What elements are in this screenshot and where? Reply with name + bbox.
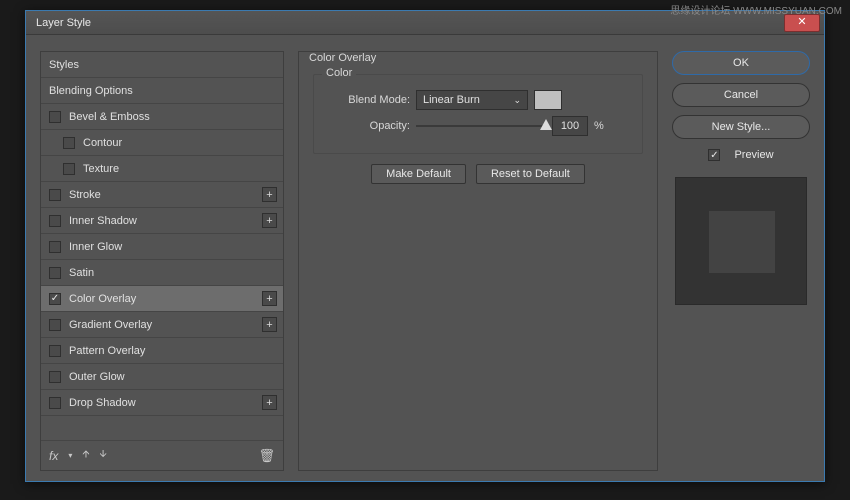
opacity-slider[interactable] <box>416 119 546 133</box>
blending-options-header[interactable]: Blending Options <box>41 78 283 104</box>
effect-label: Outer Glow <box>69 371 125 383</box>
effect-row-pattern-overlay[interactable]: Pattern Overlay <box>41 338 283 364</box>
color-group-label: Color <box>322 67 356 79</box>
effect-checkbox[interactable] <box>63 163 75 175</box>
blend-mode-select[interactable]: Linear Burn ⌄ <box>416 90 528 110</box>
effect-checkbox[interactable] <box>63 137 75 149</box>
effect-row-inner-shadow[interactable]: Inner Shadow + <box>41 208 283 234</box>
effect-row-drop-shadow[interactable]: Drop Shadow + <box>41 390 283 416</box>
color-swatch[interactable] <box>534 90 562 110</box>
effect-label: Inner Shadow <box>69 215 137 227</box>
reset-default-button[interactable]: Reset to Default <box>476 164 585 184</box>
opacity-input[interactable] <box>552 116 588 136</box>
effect-row-contour[interactable]: Contour <box>41 130 283 156</box>
effect-row-inner-glow[interactable]: Inner Glow <box>41 234 283 260</box>
styles-header-label: Styles <box>49 59 79 71</box>
action-column: OK Cancel New Style... Preview <box>672 51 810 471</box>
move-up-icon[interactable]: 🡩 <box>82 447 89 464</box>
effect-checkbox[interactable] <box>49 345 61 357</box>
preview-inner <box>709 211 775 273</box>
effect-checkbox[interactable] <box>49 397 61 409</box>
add-effect-icon[interactable]: + <box>262 187 277 202</box>
preview-thumbnail <box>675 177 807 305</box>
effect-label: Color Overlay <box>69 293 136 305</box>
effect-label: Inner Glow <box>69 241 122 253</box>
effect-checkbox[interactable] <box>49 319 61 331</box>
add-effect-icon[interactable]: + <box>262 291 277 306</box>
opacity-label: Opacity: <box>326 120 410 132</box>
effect-checkbox[interactable] <box>49 189 61 201</box>
watermark: 思缘设计论坛 WWW.MISSYUAN.COM <box>670 2 842 17</box>
opacity-percent: % <box>594 120 604 132</box>
window-title: Layer Style <box>36 17 91 29</box>
add-effect-icon[interactable]: + <box>262 213 277 228</box>
effect-row-outer-glow[interactable]: Outer Glow <box>41 364 283 390</box>
effect-label: Texture <box>83 163 119 175</box>
new-style-button[interactable]: New Style... <box>672 115 810 139</box>
effect-checkbox[interactable] <box>49 111 61 123</box>
trash-icon[interactable]: 🗑 <box>258 448 275 464</box>
move-down-icon[interactable]: 🡫 <box>100 447 107 464</box>
make-default-button[interactable]: Make Default <box>371 164 466 184</box>
styles-bottom-bar: fx ▾ 🡩 🡫 🗑 <box>41 440 283 470</box>
effect-label: Satin <box>69 267 94 279</box>
styles-header[interactable]: Styles <box>41 52 283 78</box>
effect-label: Contour <box>83 137 122 149</box>
effect-checkbox[interactable] <box>49 215 61 227</box>
effect-label: Bevel & Emboss <box>69 111 150 123</box>
preview-label: Preview <box>734 149 773 161</box>
effect-checkbox[interactable] <box>49 267 61 279</box>
color-group: Color Blend Mode: Linear Burn ⌄ Opacity: <box>313 74 643 154</box>
effect-row-satin[interactable]: Satin <box>41 260 283 286</box>
effect-checkbox[interactable] <box>49 293 61 305</box>
fx-menu[interactable]: fx <box>49 449 58 463</box>
effect-label: Gradient Overlay <box>69 319 152 331</box>
effect-row-texture[interactable]: Texture <box>41 156 283 182</box>
settings-panel: Color Overlay Color Blend Mode: Linear B… <box>298 51 658 471</box>
blend-mode-label: Blend Mode: <box>326 94 410 106</box>
blending-options-label: Blending Options <box>49 85 133 97</box>
effect-checkbox[interactable] <box>49 371 61 383</box>
blend-mode-value: Linear Burn <box>423 94 480 106</box>
preview-toggle[interactable]: Preview <box>672 149 810 161</box>
effect-label: Drop Shadow <box>69 397 136 409</box>
add-effect-icon[interactable]: + <box>262 395 277 410</box>
effect-row-stroke[interactable]: Stroke + <box>41 182 283 208</box>
slider-thumb[interactable] <box>540 119 552 130</box>
effect-row-bevel-emboss[interactable]: Bevel & Emboss <box>41 104 283 130</box>
effect-label: Stroke <box>69 189 101 201</box>
fx-dropdown-icon[interactable]: ▾ <box>68 451 72 460</box>
styles-panel: Styles Blending Options Bevel & Emboss Co… <box>40 51 284 471</box>
chevron-down-icon: ⌄ <box>513 95 521 106</box>
add-effect-icon[interactable]: + <box>262 317 277 332</box>
ok-button[interactable]: OK <box>672 51 810 75</box>
preview-checkbox[interactable] <box>708 149 720 161</box>
layer-style-dialog: Layer Style ✕ Styles Blending Options Be… <box>25 10 825 482</box>
close-icon: ✕ <box>797 17 806 28</box>
effect-label: Pattern Overlay <box>69 345 145 357</box>
effect-row-gradient-overlay[interactable]: Gradient Overlay + <box>41 312 283 338</box>
effect-checkbox[interactable] <box>49 241 61 253</box>
effect-row-color-overlay[interactable]: Color Overlay + <box>41 286 283 312</box>
cancel-button[interactable]: Cancel <box>672 83 810 107</box>
panel-title: Color Overlay <box>309 52 376 64</box>
